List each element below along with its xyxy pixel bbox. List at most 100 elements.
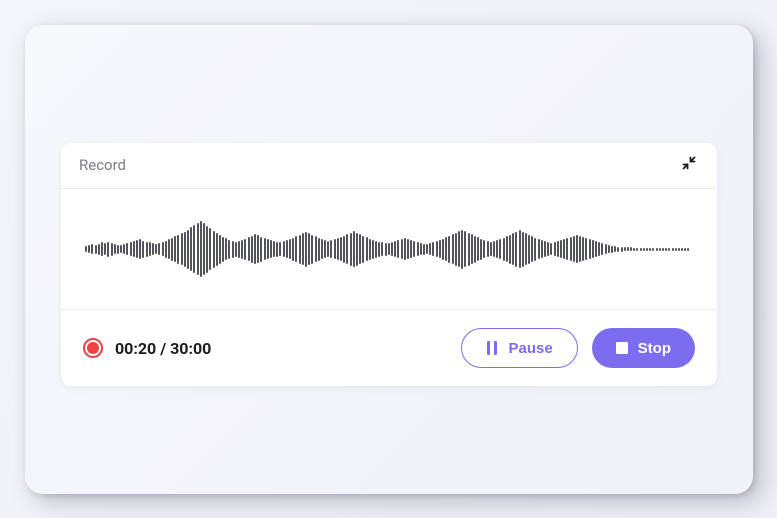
waveform-bar	[515, 232, 517, 267]
waveform-bar	[681, 248, 683, 251]
waveform-bar	[458, 231, 460, 267]
waveform-bar	[525, 233, 527, 265]
waveform-bar	[359, 234, 361, 264]
waveform-bar	[174, 236, 176, 262]
waveform-bar	[187, 230, 189, 269]
waveform-bar	[646, 248, 648, 251]
waveform-bar	[410, 240, 412, 258]
waveform-bar	[251, 236, 253, 263]
waveform-bar	[601, 243, 603, 255]
waveform-bar	[531, 236, 533, 262]
waveform-bar	[95, 245, 97, 254]
waveform-bar	[142, 241, 144, 258]
waveform-bar	[560, 240, 562, 258]
waveform-bar	[490, 242, 492, 256]
waveform-bar	[340, 237, 342, 261]
waveform-bar	[257, 235, 259, 263]
waveform-bar	[238, 241, 240, 258]
waveform-bar	[592, 240, 594, 258]
waveform-bar	[617, 247, 619, 252]
waveform-bar	[522, 232, 524, 267]
waveform-bar	[381, 242, 383, 256]
waveform-bar	[123, 244, 125, 254]
waveform-bar	[464, 231, 466, 267]
minimize-button[interactable]	[679, 153, 699, 176]
time-group: 00:20 / 30:00	[83, 338, 211, 358]
waveform-bar	[554, 242, 556, 256]
waveform-bar	[423, 244, 425, 255]
waveform-bar	[401, 239, 403, 259]
waveform-bar	[200, 221, 202, 277]
waveform-bar	[432, 242, 434, 256]
waveform-bar	[611, 246, 613, 253]
waveform-bar	[228, 240, 230, 259]
waveform-bar	[388, 243, 390, 255]
waveform-bar	[254, 234, 256, 264]
waveform-bar	[417, 242, 419, 256]
waveform-bar	[283, 241, 285, 257]
waveform-bar	[133, 241, 135, 257]
waveform-bar	[241, 240, 243, 259]
waveform-bar	[391, 242, 393, 256]
waveform-bar	[662, 248, 664, 251]
waveform-bar	[659, 248, 661, 251]
waveform-bar	[375, 241, 377, 258]
pause-button[interactable]: Pause	[461, 328, 577, 368]
waveform-bar	[165, 241, 167, 258]
waveform-bar	[311, 235, 313, 264]
waveform-bar	[337, 238, 339, 260]
waveform-bar	[299, 235, 301, 264]
waveform-bar	[519, 230, 521, 268]
waveform-bar	[627, 247, 629, 251]
waveform-bar	[276, 242, 278, 257]
waveform-bar	[152, 243, 154, 255]
waveform-bar	[480, 239, 482, 260]
waveform-bar	[149, 242, 151, 256]
waveform-bar	[85, 246, 87, 252]
waveform-bar	[267, 239, 269, 259]
waveform-bar	[168, 239, 170, 259]
waveform-bar	[608, 245, 610, 253]
waveform-bar	[126, 243, 128, 255]
waveform-bar	[649, 248, 651, 251]
card-title: Record	[79, 156, 126, 174]
waveform-bar	[206, 226, 208, 273]
waveform-bar	[483, 240, 485, 258]
waveform-bar	[378, 242, 380, 257]
waveform-bar	[162, 242, 164, 256]
waveform-bar	[171, 238, 173, 261]
waveform-bar	[614, 246, 616, 252]
waveform-bar	[499, 239, 501, 259]
waveform-bar	[88, 245, 90, 253]
pause-icon	[486, 341, 498, 355]
waveform-bar	[420, 243, 422, 255]
stop-label: Stop	[638, 340, 671, 357]
waveform-bar	[98, 244, 100, 255]
waveform-bar	[643, 248, 645, 251]
waveform-bar	[656, 248, 658, 251]
waveform-bar	[576, 235, 578, 263]
waveform-bar	[595, 241, 597, 257]
waveform-area	[61, 189, 717, 310]
waveform-bar	[264, 238, 266, 260]
waveform-bar	[445, 237, 447, 261]
stop-button[interactable]: Stop	[592, 328, 695, 368]
waveform-bar	[225, 238, 227, 260]
waveform-bar	[630, 247, 632, 251]
waveform-bar	[321, 239, 323, 259]
stop-icon	[616, 342, 628, 354]
pause-label: Pause	[508, 340, 552, 357]
waveform-bar	[563, 239, 565, 259]
waveform-bar	[544, 241, 546, 257]
waveform-bar	[111, 243, 113, 256]
waveform-bar	[407, 239, 409, 259]
waveform-bar	[439, 240, 441, 258]
button-group: Pause Stop	[461, 328, 695, 368]
waveform-bar	[582, 237, 584, 261]
waveform	[85, 217, 693, 281]
waveform-bar	[209, 228, 211, 270]
waveform-bar	[327, 241, 329, 257]
waveform-bar	[216, 233, 218, 266]
waveform-bar	[528, 235, 530, 264]
waveform-bar	[566, 238, 568, 260]
